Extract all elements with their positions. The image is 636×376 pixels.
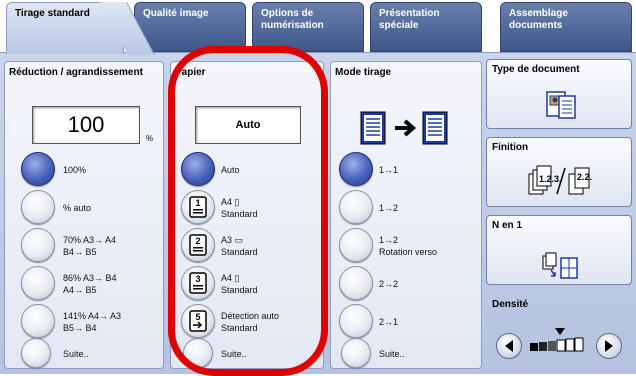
option-label: Suite.. [63,349,89,359]
option-label: % auto [63,203,92,213]
tab-label: Options de numérisation [261,8,324,31]
tab-label: Présentation spéciale [379,8,440,31]
paper-value: Auto [235,119,261,131]
option-label: 86% A3→ B4 A4→ B5 [63,273,117,295]
tab-label: Tirage standard [15,8,90,19]
radio-mode-2-1[interactable] [339,304,373,338]
radio-auto-percent[interactable] [21,190,55,224]
copy-mode-panel: Mode tirage 1→1 1→2 1→2 Rotation verso 2… [330,61,482,369]
document-copy-icon [360,111,448,145]
tab-options-numerisation[interactable]: Options de numérisation [252,2,364,52]
option-label: 1→1 [379,165,399,175]
document-type-button[interactable]: Type de document [486,59,632,129]
n-up-button[interactable]: N en 1 [486,215,632,285]
finishing-label: Finition [492,142,529,153]
document-type-label: Type de document [492,64,580,75]
option-label: 2→1 [379,317,399,327]
density-increase-button[interactable] [596,333,622,359]
density-scale-icon [530,328,584,352]
zoom-value-field[interactable]: 100 [32,106,140,144]
paper-title: Papier [175,67,206,78]
svg-text:1: 1 [195,198,200,208]
option-label: 2→2 [379,279,399,289]
copy-mode-title: Mode tirage [335,67,392,78]
option-label: 141% A4→ A3 B5→ B4 [63,311,122,333]
density-scale [528,327,590,355]
radio-paper-auto[interactable] [181,152,215,186]
radio-paper-more[interactable] [183,338,213,368]
radio-tray-3[interactable]: 3 [181,266,215,300]
main-frame: Réduction / agrandissement 100 % 100% % … [0,52,636,374]
option-label: A4 ▯ Standard [221,197,258,219]
document-type-icon [546,91,576,119]
zoom-value: 100 [67,112,105,137]
arrow-right-icon [605,340,613,352]
n-up-label: N en 1 [492,220,523,231]
percent-unit: % [146,134,154,143]
svg-text:1.2.3.: 1.2.3. [539,174,562,184]
radio-86-percent[interactable] [21,266,55,300]
tab-assemblage-documents[interactable]: Assemblage documents [500,2,632,52]
option-label: 1→2 Rotation verso [379,235,438,257]
option-label: A4 ▯ Standard [221,273,258,295]
radio-70-percent[interactable] [21,228,55,262]
radio-141-percent[interactable] [21,304,55,338]
radio-tray-5[interactable]: 5 [181,304,215,338]
reduction-title: Réduction / agrandissement [9,67,143,78]
option-label: Auto [221,165,240,175]
one-to-one-illustration [357,110,457,146]
arrow-left-icon [505,340,513,352]
svg-text:2: 2 [195,236,200,246]
radio-mode-1-2-rotate[interactable] [339,228,373,262]
radio-mode-more[interactable] [341,338,371,368]
reduction-panel: Réduction / agrandissement 100 % 100% % … [4,61,164,369]
option-label: 70% A3→ A4 B4→ B5 [63,235,117,257]
radio-reduction-more[interactable] [21,338,51,368]
bypass-tray-icon: 5 [189,310,207,332]
svg-text:2.2.: 2.2. [577,172,592,182]
radio-tray-2[interactable]: 2 [181,228,215,262]
density-decrease-button[interactable] [496,333,522,359]
tab-qualite-image[interactable]: Qualité image [134,2,246,52]
option-label: 1→2 [379,203,399,213]
finishing-collate-icon: 1.2.3. 2.2. [528,165,592,195]
radio-tray-1[interactable]: 1 [181,190,215,224]
radio-mode-1-1[interactable] [339,152,373,186]
tab-label: Qualité image [143,8,209,19]
tab-presentation-speciale[interactable]: Présentation spéciale [370,2,482,52]
tab-label: Assemblage documents [509,8,568,31]
tab-tirage-standard[interactable]: Tirage standard [6,2,124,54]
tab-bar: Tirage standard Qualité image Options de… [0,0,636,54]
paper-panel: Papier Auto Auto 1 A4 ▯ Standard 2 A3 ▭ … [170,61,324,369]
svg-text:5: 5 [195,312,200,322]
tray-2-icon: 2 [189,234,207,256]
tray-1-icon: 1 [189,196,207,218]
radio-mode-1-2[interactable] [339,190,373,224]
option-label: 100% [63,165,87,175]
svg-text:3: 3 [195,274,200,284]
option-label: Suite.. [379,349,405,359]
radio-100-percent[interactable] [21,152,55,186]
finishing-button[interactable]: Finition 1.2.3. 2.2. [486,137,632,207]
paper-value-field[interactable]: Auto [195,106,301,144]
density-label: Densité [492,299,529,310]
option-label: Suite.. [221,349,247,359]
option-label: Détection auto Standard [221,311,280,333]
n-up-icon [542,252,578,279]
tray-3-icon: 3 [189,272,207,294]
radio-mode-2-2[interactable] [339,266,373,300]
option-label: A3 ▭ Standard [221,235,258,257]
